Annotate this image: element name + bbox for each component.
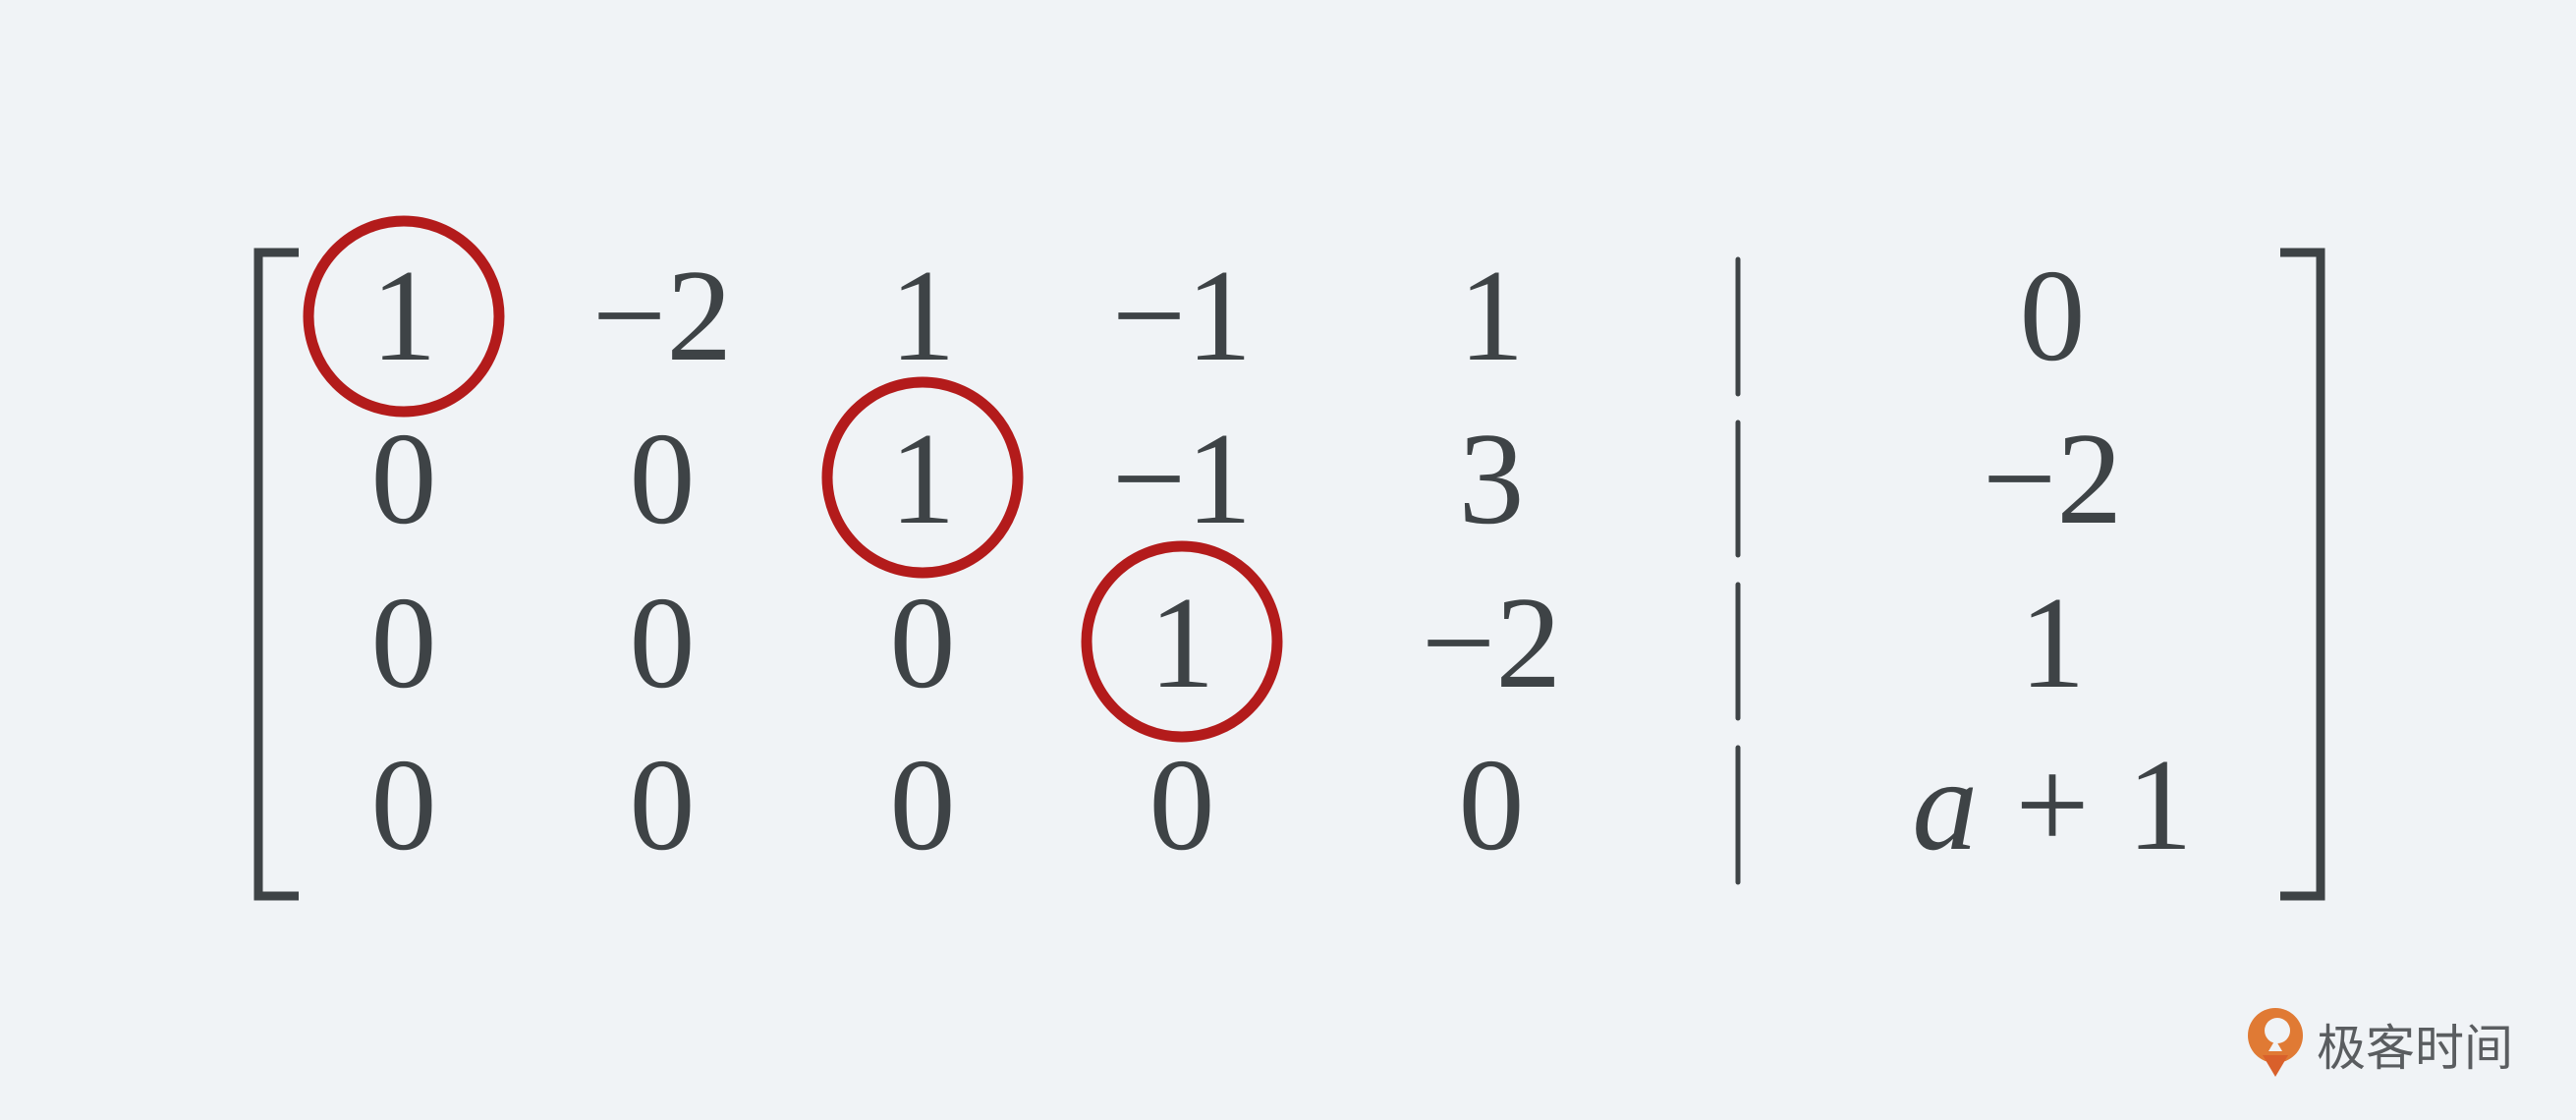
rhs-expression: a +1 xyxy=(1912,732,2193,877)
rhs-entry: 0 xyxy=(2020,243,2086,388)
matrix-row-4: 0 0 0 0 0 a +1 xyxy=(371,732,2193,877)
matrix-entry: 0 xyxy=(630,732,696,877)
matrix-entry: 0 xyxy=(890,570,956,715)
rhs-entry: 1 xyxy=(2020,570,2086,715)
augmented-matrix-figure: 1 −2 1 −1 1 0 0 0 1 −1 3 −2 0 0 0 1 −2 1… xyxy=(253,215,2513,1077)
matrix-row-2: 0 0 1 −1 3 −2 xyxy=(371,406,2123,551)
matrix-entry: 1 xyxy=(1459,243,1525,388)
brand-logo: 极客时间 xyxy=(2248,1008,2513,1077)
right-bracket xyxy=(2280,248,2325,901)
matrix-entry: 0 xyxy=(630,406,696,551)
matrix-entry: 1 xyxy=(890,406,956,551)
matrix-entry: −2 xyxy=(592,243,733,388)
matrix-entry: 0 xyxy=(371,570,437,715)
matrix-entry: −1 xyxy=(1112,243,1253,388)
matrix-entry: 1 xyxy=(1149,570,1215,715)
matrix-entry: 1 xyxy=(371,243,437,388)
matrix-entry: −1 xyxy=(1112,406,1253,551)
matrix-entry: 0 xyxy=(630,570,696,715)
matrix-entry: 0 xyxy=(371,732,437,877)
matrix-row-3: 0 0 0 1 −2 1 xyxy=(371,570,2086,715)
matrix-entry: 0 xyxy=(1459,732,1525,877)
matrix-entry: 3 xyxy=(1459,406,1525,551)
matrix-entry: 0 xyxy=(890,732,956,877)
rhs-variable: a xyxy=(1912,732,1978,877)
geektime-logo-icon xyxy=(2248,1008,2303,1077)
matrix-entry: 0 xyxy=(371,406,437,551)
matrix-entry: 0 xyxy=(1149,732,1215,877)
rhs-entry: −2 xyxy=(1983,406,2123,551)
matrix-row-1: 1 −2 1 −1 1 0 xyxy=(371,243,2086,388)
brand-name: 极客时间 xyxy=(2317,1020,2513,1077)
matrix-entry: 1 xyxy=(890,243,956,388)
matrix-entry: −2 xyxy=(1422,570,1562,715)
left-bracket xyxy=(253,248,299,901)
rhs-operator: + xyxy=(2015,732,2090,877)
rhs-constant: 1 xyxy=(2127,732,2193,877)
